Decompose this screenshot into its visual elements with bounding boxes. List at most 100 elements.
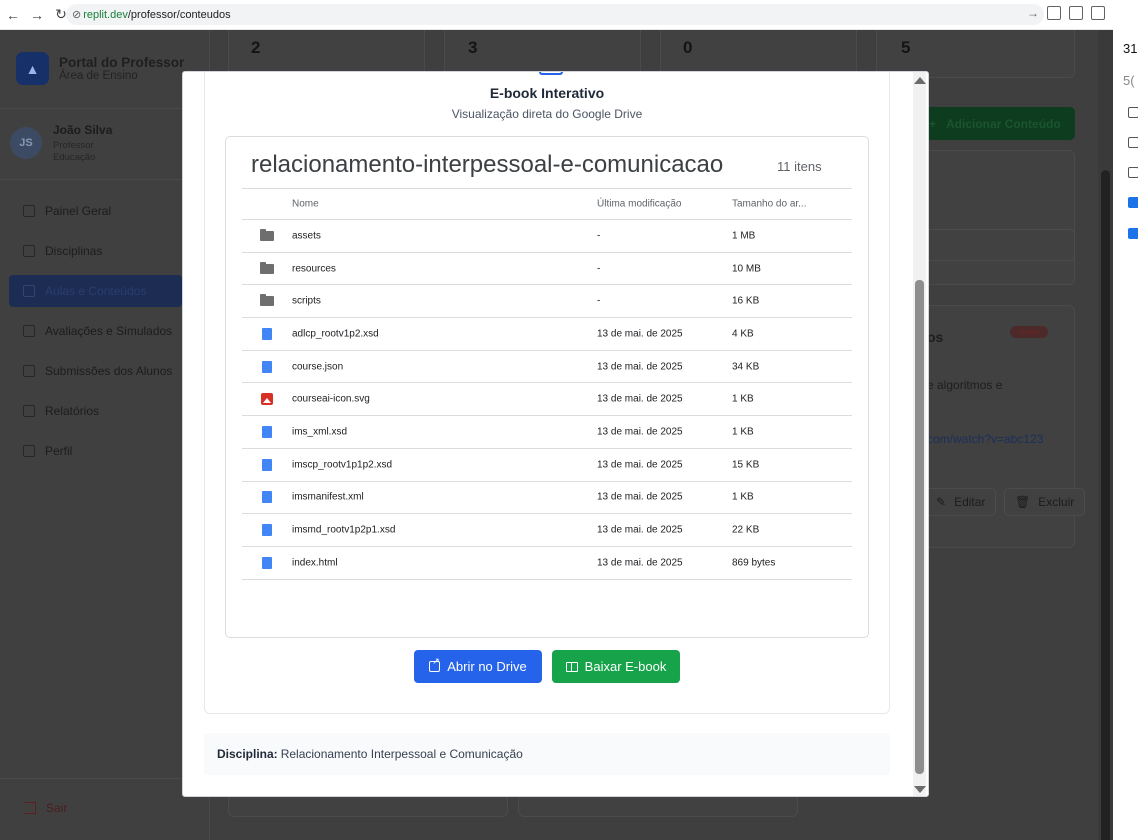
file-size: 22 KB (732, 524, 760, 536)
devtools-icon[interactable] (1069, 6, 1083, 20)
delete-label: Excluir (1038, 495, 1075, 509)
file-modified: - (597, 230, 601, 242)
address-bar[interactable]: ⊘ replit.dev /professor/conteudos (66, 4, 1044, 25)
checkbox[interactable] (1128, 167, 1138, 178)
logout-button[interactable]: Sair (24, 801, 67, 815)
table-row[interactable]: resources - 10 MB (242, 253, 852, 286)
column-header-name[interactable]: Nome (292, 199, 319, 210)
file-modified: 13 de mai. de 2025 (597, 557, 683, 569)
download-ebook-label: Baixar E-book (584, 659, 667, 674)
cast-icon[interactable] (1047, 6, 1061, 20)
forward-icon[interactable]: → (26, 4, 48, 26)
file-icon (260, 327, 272, 340)
file-modified: 13 de mai. de 2025 (597, 328, 683, 340)
site-info-icon[interactable]: ⊘ (72, 8, 81, 21)
checkbox[interactable] (1128, 137, 1138, 148)
table-row[interactable]: scripts - 16 KB (242, 285, 852, 319)
delete-button[interactable]: 🗑 Excluir (1004, 488, 1086, 516)
download-ebook-button[interactable]: Baixar E-book (552, 650, 680, 683)
table-row[interactable]: imscp_rootv1p1p2.xsd 13 de mai. de 2025 15… (242, 449, 852, 482)
sidebar-item-disciplinas[interactable]: Disciplinas (9, 235, 182, 267)
table-row[interactable]: adlcp_rootv1p2.xsd 13 de mai. de 2025 4 KB (242, 318, 852, 351)
back-icon[interactable]: ← (2, 4, 24, 26)
open-in-drive-button[interactable]: Abrir no Drive (414, 650, 542, 683)
brand-subtitle: Área de Ensino (59, 70, 138, 82)
folder-icon (260, 294, 274, 307)
stat-value: 2 (251, 38, 261, 57)
ebook-modal: E-book Interativo Visualização direta do… (182, 71, 929, 797)
file-size: 1 KB (732, 393, 754, 405)
file-modified: - (597, 295, 601, 307)
sidebar-item-label: Avaliações e Simulados (45, 324, 173, 338)
table-row[interactable]: imsmanifest.xml 13 de mai. de 2025 1 KB (242, 482, 852, 515)
go-icon[interactable]: → (1027, 6, 1039, 20)
logout-label: Sair (46, 801, 68, 815)
file-size: 15 KB (732, 459, 760, 471)
file-name: resources (292, 263, 336, 275)
page-scrollbar[interactable] (1098, 30, 1113, 840)
edit-label: Editar (954, 495, 986, 509)
sidebar-item-submissoes[interactable]: Submissões dos Alunos (9, 355, 182, 387)
sidebar-item-label: Perfil (45, 444, 73, 458)
modal-scrollbar-thumb[interactable] (915, 280, 924, 774)
table-row[interactable]: courseai-icon.svg 13 de mai. de 2025 1 KB (242, 383, 852, 417)
scroll-up-arrow-icon[interactable] (914, 77, 926, 84)
file-modified: 13 de mai. de 2025 (597, 426, 683, 438)
column-header-size[interactable]: Tamanho do ar... (732, 199, 807, 210)
plus-icon: + (929, 116, 937, 131)
user-icon (23, 445, 35, 457)
url-path: /professor/conteudos (127, 8, 231, 21)
modal-scrollbar[interactable] (913, 72, 926, 796)
open-in-drive-label: Abrir no Drive (447, 659, 527, 674)
ebook-title: E-book Interativo (489, 85, 605, 101)
file-name: scripts (292, 295, 321, 307)
checkbox[interactable] (1128, 107, 1138, 118)
clipboard-icon (23, 365, 35, 377)
checkbox-checked[interactable] (1128, 197, 1138, 208)
brand-title: Portal do Professor (59, 55, 185, 70)
file-name: ims_xml.xsd (292, 426, 348, 438)
drive-folder-name: relacionamento-interpessoal-e-comunicaca… (251, 151, 724, 178)
file-icon (260, 524, 272, 537)
column-header-modified[interactable]: Última modificação (597, 199, 681, 210)
sidebar-item-avaliacoes[interactable]: Avaliações e Simulados (9, 315, 182, 347)
file-name: assets (292, 230, 321, 242)
file-size: 16 KB (732, 295, 760, 307)
filter-select[interactable] (925, 229, 1075, 261)
table-row[interactable]: assets - 1 MB (242, 220, 852, 253)
edit-button[interactable]: ✎ Editar (925, 488, 997, 516)
scroll-down-arrow-icon[interactable] (914, 786, 926, 793)
table-row[interactable]: course.json 13 de mai. de 2025 34 KB (242, 351, 852, 384)
adjacent-window-strip: 31 5( (1113, 0, 1138, 840)
sidebar-item-label: Submissões dos Alunos (45, 364, 173, 378)
edit-icon: ✎ (936, 495, 947, 509)
video-icon (23, 285, 35, 297)
bar-chart-icon (23, 405, 35, 417)
table-row[interactable]: imsmd_rootv1p2p1.xsd 13 de mai. de 2025 22… (242, 514, 852, 547)
drive-embed: relacionamento-interpessoal-e-comunicaca… (225, 136, 869, 638)
table-row[interactable]: ims_xml.xsd 13 de mai. de 2025 1 KB (242, 416, 852, 449)
book-icon (23, 245, 35, 257)
user-block: JS João Silva Professor Educação (0, 108, 209, 180)
table-row[interactable]: index.html 13 de mai. de 2025 869 bytes (242, 547, 852, 580)
add-content-button[interactable]: + Adicionar Conteúdo (915, 107, 1075, 140)
browser-toolbar: ← → ↻ ⊘ replit.dev /professor/conteudos … (0, 0, 1113, 30)
sidebar-item-relatorios[interactable]: Relatórios (9, 395, 182, 427)
sidebar-item-perfil[interactable]: Perfil (9, 435, 182, 467)
page-scrollbar-thumb[interactable] (1101, 170, 1110, 840)
open-external-icon[interactable] (1091, 6, 1105, 20)
drive-item-count: 11 itens (777, 159, 822, 174)
file-size: 1 KB (732, 426, 754, 438)
checkbox-checked[interactable] (1128, 228, 1138, 239)
file-size: 1 KB (732, 491, 754, 503)
user-role-title: Professor (53, 140, 94, 151)
file-text-icon (23, 325, 35, 337)
user-department: Educação (53, 152, 96, 163)
content-link[interactable]: com/watch?v=abc123 (927, 432, 1043, 446)
sidebar-item-painel-geral[interactable]: Painel Geral (9, 195, 182, 227)
ebook-card: E-book Interativo Visualização direta do… (204, 72, 890, 714)
sidebar-item-label: Disciplinas (45, 244, 103, 258)
file-name: imsmd_rootv1p2p1.xsd (292, 524, 396, 536)
file-modified: - (597, 263, 601, 275)
sidebar-item-aulas-conteudos[interactable]: Aulas e Conteúdos (9, 275, 182, 307)
